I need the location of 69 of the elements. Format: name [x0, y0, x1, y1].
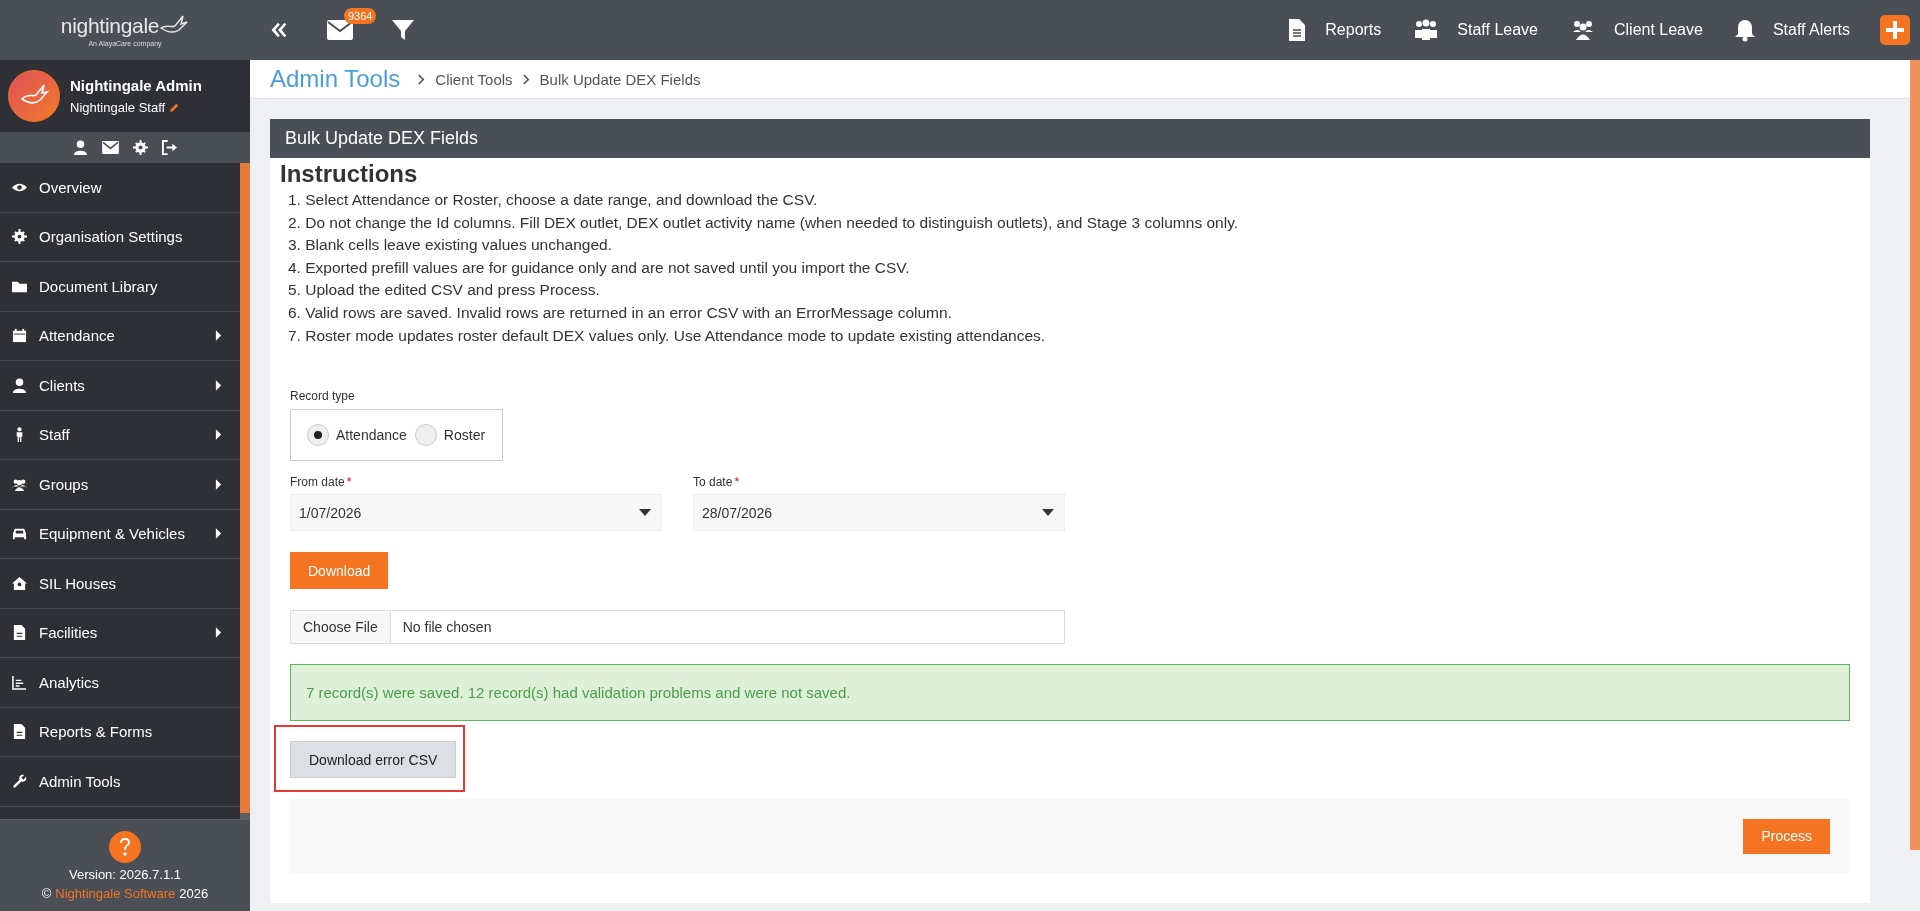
instruction-text: 1. Select Attendance or Roster, choose a date range, and download the CSV.	[287, 190, 819, 210]
file-icon	[12, 625, 27, 641]
logo-text: nightingale	[60, 13, 160, 38]
page-title: Admin Tools	[270, 65, 401, 93]
field-label: To date	[693, 475, 733, 490]
user-role: Nightingale Staff	[70, 100, 166, 115]
add-button[interactable]	[1880, 15, 1910, 45]
count-badge: 9364	[344, 8, 377, 24]
house-icon	[12, 575, 27, 591]
breadcrumb-link[interactable]: Bulk Update DEX Fields	[539, 70, 701, 88]
radio-button[interactable]	[307, 424, 329, 447]
chart-icon	[12, 674, 27, 690]
version-text: Version: 2026.7.1.1	[69, 866, 181, 882]
date-dropdown[interactable]: 28/07/2026	[693, 494, 1065, 532]
file-input[interactable]: Choose File No file chosen	[290, 610, 1065, 645]
radio-label[interactable]: Attendance	[336, 427, 407, 444]
instruction-text: 2. Do not change the Id columns. Fill DEX outlet, DEX outlet activity name (when needed to distinguish outlets), and Stage 3 columns only.	[287, 212, 1240, 233]
caret-icon	[215, 429, 222, 441]
instruction-text: 3. Blank cells leave existing values unchanged.	[287, 235, 613, 256]
radio-button[interactable]	[414, 424, 437, 447]
instruction-text: 5. Upload the edited CSV and press Process.	[287, 280, 601, 301]
mail-icon[interactable]	[102, 141, 119, 154]
settings-icon[interactable]	[133, 140, 148, 155]
settings-icon	[12, 229, 27, 245]
person-icon	[12, 377, 27, 393]
mail-icon[interactable]	[327, 20, 353, 40]
choose-file-button[interactable]: Choose File	[291, 611, 391, 644]
chevron-icon	[418, 73, 426, 85]
download-error-button[interactable]: Download error CSV	[290, 741, 457, 779]
success-alert: 7 record(s) were saved. 12 record(s) had validation problems and were not saved.	[290, 664, 1850, 722]
user-name: Nightingale Admin	[70, 77, 202, 94]
person-icon[interactable]	[73, 140, 88, 155]
required-mark: *	[346, 475, 352, 490]
instruction-text: 7. Roster mode updates roster default DEX values only. Use Attendance mode to update existing attendances.	[287, 325, 1047, 346]
wrench-icon	[12, 773, 27, 789]
caret-icon	[215, 528, 222, 540]
caret-icon	[639, 509, 651, 517]
pencil-icon[interactable]	[169, 102, 181, 113]
date-dropdown[interactable]: 1/07/2026	[290, 494, 662, 532]
plus-icon	[1885, 20, 1905, 40]
section-heading: Instructions	[280, 160, 419, 188]
caret-icon	[215, 379, 222, 391]
header-link[interactable]: Client Leave	[1567, 18, 1703, 42]
required-mark: *	[734, 475, 740, 490]
instruction-text: 6. Valid rows are saved. Invalid rows are returned in an error CSV with an ErrorMessage column.	[287, 302, 953, 323]
field-label: Record type	[290, 389, 356, 404]
file-icon	[12, 724, 27, 740]
header-link[interactable]: Reports	[1285, 18, 1382, 42]
field-label: From date	[290, 475, 345, 490]
calendar-icon	[12, 328, 27, 344]
card-header: Bulk Update DEX Fields	[270, 119, 1870, 158]
logout-icon[interactable]	[162, 140, 177, 155]
caret-icon	[215, 478, 222, 490]
copyright-symbol: ©	[41, 885, 52, 901]
help-icon[interactable]	[109, 830, 141, 863]
breadcrumb-link[interactable]: Client Tools	[435, 70, 513, 88]
instruction-text: 4. Exported prefill values are for guidance only and are not saved until you import the CSV.	[287, 257, 911, 278]
file-status: No file chosen	[401, 619, 492, 636]
car-icon	[12, 526, 27, 542]
caret-icon	[215, 330, 222, 342]
scrollbar-thumb[interactable]	[1910, 60, 1920, 850]
copyright-year: 2026	[179, 885, 209, 901]
caret-icon	[1042, 509, 1054, 517]
header-link[interactable]: Staff Leave	[1411, 18, 1538, 42]
filter-icon[interactable]	[391, 18, 415, 42]
caret-icon	[215, 627, 222, 639]
chevron-icon	[522, 73, 530, 85]
radio-label[interactable]: Roster	[443, 427, 486, 444]
header-link[interactable]: Staff Alerts	[1732, 18, 1850, 42]
